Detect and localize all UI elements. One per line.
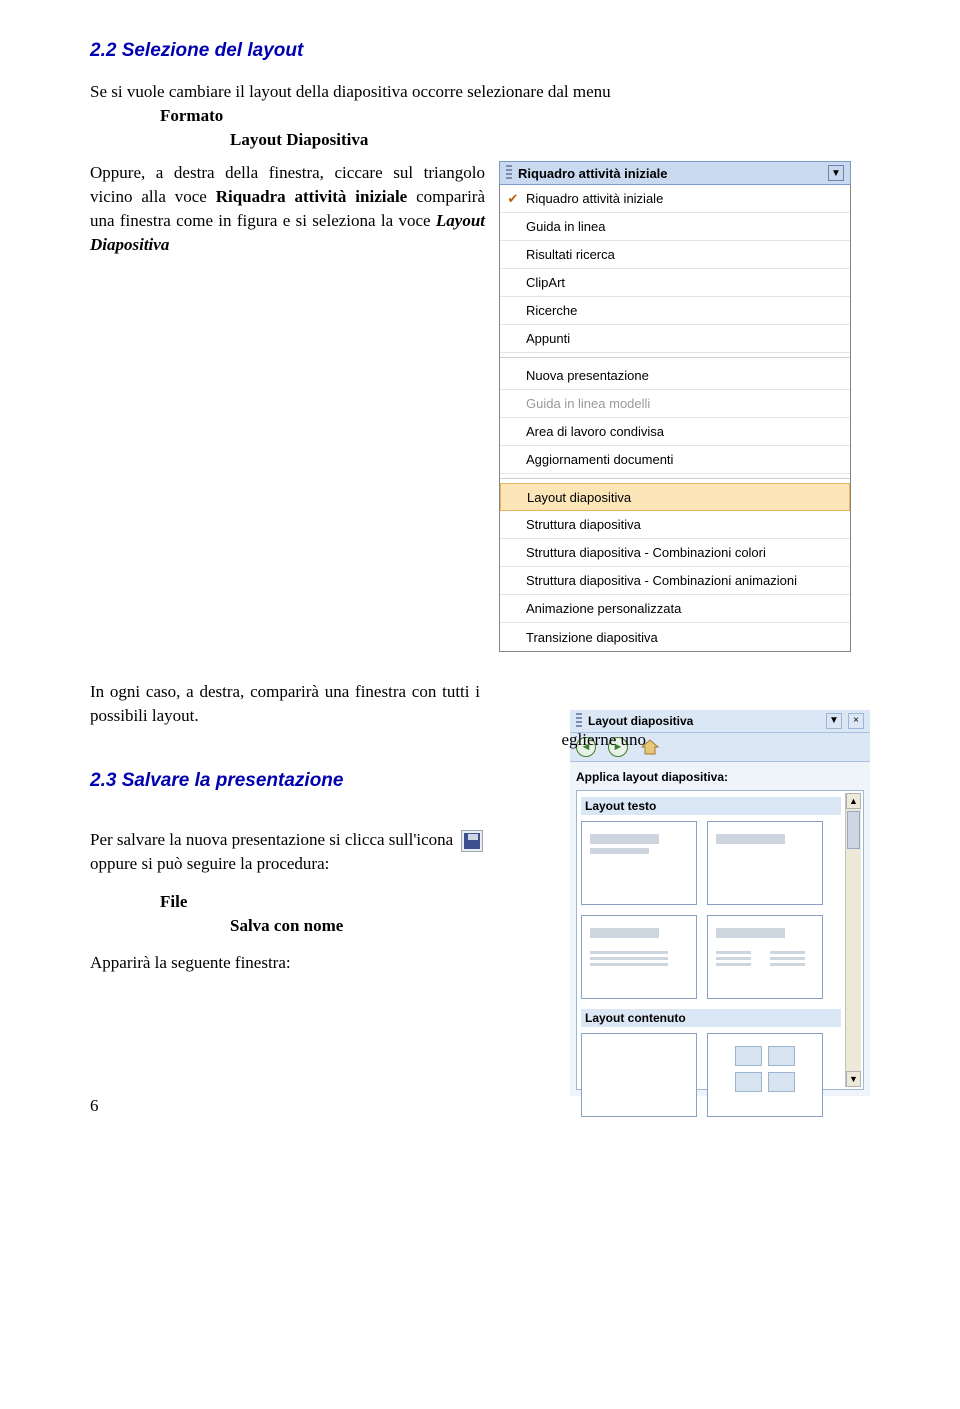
close-icon[interactable]: × — [848, 713, 864, 729]
table-icon — [735, 1046, 762, 1066]
taskpane-item-label: Risultati ricerca — [526, 247, 850, 262]
taskpane-item[interactable]: ✔ Riquadro attività iniziale — [500, 185, 850, 213]
layout-thumb-two-col[interactable] — [707, 915, 823, 999]
taskpane-item[interactable]: Animazione personalizzata — [500, 595, 850, 623]
layout-thumb-content[interactable] — [707, 1033, 823, 1117]
taskpane-item[interactable]: Transizione diapositiva — [500, 623, 850, 651]
taskpane-item[interactable]: Ricerche — [500, 297, 850, 325]
section-2-2-p1: Se si vuole cambiare il layout della dia… — [90, 80, 870, 104]
taskpane-item-label: Guida in linea modelli — [526, 396, 850, 411]
layout-thumb-bullets[interactable] — [581, 915, 697, 999]
clipart-icon — [735, 1072, 762, 1092]
taskpane-item-label: Layout diapositiva — [527, 490, 849, 505]
taskpane-item[interactable]: Aggiornamenti documenti — [500, 446, 850, 474]
taskpane-item-label: Appunti — [526, 331, 850, 346]
check-icon: ✔ — [500, 191, 526, 207]
layout-scroll-area: Layout testo — [576, 790, 864, 1090]
page-number: 6 — [90, 1096, 99, 1116]
mid-p3b: eglierne uno — [562, 728, 647, 752]
taskpane-item-label: Riquadro attività iniziale — [526, 191, 850, 206]
menu-salva-con-nome: Salva con nome — [230, 914, 556, 938]
layout-pane-title: Layout diapositiva — [588, 714, 820, 728]
chart-icon — [768, 1046, 795, 1066]
taskpane-item[interactable]: Guida in linea modelli — [500, 390, 850, 418]
apply-layout-label: Applica layout diapositiva: — [576, 770, 864, 784]
taskpane-header[interactable]: Riquadro attività iniziale ▼ — [499, 161, 851, 185]
taskpane-item[interactable]: Appunti — [500, 325, 850, 353]
section-2-3-p2: oppure si può seguire la procedura: — [90, 852, 556, 876]
layout-pane: Layout diapositiva ▼ × ◄ ► Applica layou… — [570, 710, 870, 1096]
taskpane-item[interactable]: Nuova presentazione — [500, 362, 850, 390]
taskpane-item[interactable]: Area di lavoro condivisa — [500, 418, 850, 446]
layout-pane-body: Applica layout diapositiva: Layout testo — [570, 762, 870, 1096]
grip-icon — [576, 713, 582, 729]
taskpane-item-label: Guida in linea — [526, 219, 850, 234]
menu-formato: Formato — [160, 104, 870, 128]
taskpane-item[interactable]: Struttura diapositiva - Combinazioni ani… — [500, 567, 850, 595]
taskpane-item-label: Struttura diapositiva - Combinazioni col… — [526, 545, 850, 560]
p2-part-b: Riquadra attività iniziale — [216, 187, 408, 206]
scrollbar[interactable]: ▲ ▼ — [845, 793, 861, 1087]
taskpane-item-label: Transizione diapositiva — [526, 630, 850, 645]
taskpane-item-selected[interactable]: Layout diapositiva — [500, 483, 850, 511]
chevron-down-icon[interactable]: ▼ — [826, 713, 842, 729]
menu-file: File — [160, 890, 556, 914]
taskpane-list: ✔ Riquadro attività iniziale Guida in li… — [499, 185, 851, 652]
taskpane-item[interactable]: Struttura diapositiva - Combinazioni col… — [500, 539, 850, 567]
taskpane-item-label: Aggiornamenti documenti — [526, 452, 850, 467]
chevron-down-icon[interactable]: ▼ — [828, 165, 844, 181]
separator — [500, 357, 850, 358]
scroll-up-icon[interactable]: ▲ — [846, 793, 861, 809]
section-2-3-p1-line: Per salvare la nuova presentazione si cl… — [90, 828, 556, 852]
media-icon — [768, 1072, 795, 1092]
taskpane-item-label: Ricerche — [526, 303, 850, 318]
taskpane-item-label: ClipArt — [526, 275, 850, 290]
taskpane-dropdown: Riquadro attività iniziale ▼ ✔ Riquadro … — [499, 161, 851, 652]
scroll-down-icon[interactable]: ▼ — [846, 1071, 861, 1087]
layout-thumb-title-only[interactable] — [707, 821, 823, 905]
section-2-2-p2: Oppure, a destra della finestra, ciccare… — [90, 161, 485, 256]
layout-thumb-title[interactable] — [581, 821, 697, 905]
taskpane-item-label: Struttura diapositiva — [526, 517, 850, 532]
section-2-3-p1: Per salvare la nuova presentazione si cl… — [90, 830, 453, 849]
taskpane-item[interactable]: Guida in linea — [500, 213, 850, 241]
taskpane-item[interactable]: ClipArt — [500, 269, 850, 297]
taskpane-item-label: Animazione personalizzata — [526, 601, 850, 616]
section-2-3-p3: Apparirà la seguente finestra: — [90, 951, 556, 975]
group-layout-contenuto: Layout contenuto — [581, 1009, 841, 1027]
taskpane-item-label: Nuova presentazione — [526, 368, 850, 383]
grip-icon — [506, 165, 512, 181]
taskpane-item[interactable]: Struttura diapositiva — [500, 511, 850, 539]
group-layout-testo: Layout testo — [581, 797, 841, 815]
floppy-save-icon[interactable] — [461, 830, 483, 852]
taskpane-item[interactable]: Risultati ricerca — [500, 241, 850, 269]
menu-layout-diapositiva: Layout Diapositiva — [230, 128, 870, 152]
layout-thumb-blank[interactable] — [581, 1033, 697, 1117]
taskpane-item-label: Struttura diapositiva - Combinazioni ani… — [526, 573, 850, 588]
section-2-3-heading: 2.3 Salvare la presentazione — [90, 770, 556, 792]
taskpane-title: Riquadro attività iniziale — [518, 166, 822, 181]
scroll-thumb[interactable] — [847, 811, 860, 849]
section-2-2-heading: 2.2 Selezione del layout — [90, 40, 870, 62]
separator — [500, 478, 850, 479]
scroll-track[interactable] — [846, 809, 861, 1071]
taskpane-item-label: Area di lavoro condivisa — [526, 424, 850, 439]
